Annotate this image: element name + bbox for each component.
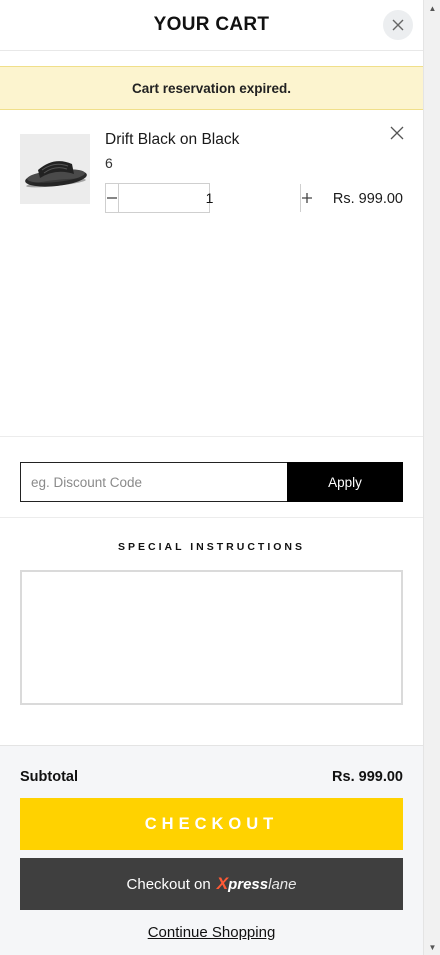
decrease-quantity-button[interactable] xyxy=(106,184,119,212)
continue-shopping-link[interactable]: Continue Shopping xyxy=(0,924,423,941)
scroll-down-arrow-icon[interactable]: ▼ xyxy=(424,939,440,955)
discount-code-input[interactable] xyxy=(20,462,288,502)
scrollbar[interactable]: ▲ ▼ xyxy=(423,0,440,955)
apply-discount-button[interactable]: Apply xyxy=(287,462,403,502)
product-name[interactable]: Drift Black on Black xyxy=(105,131,239,149)
close-cart-button[interactable] xyxy=(383,10,413,40)
xpresslane-logo-x: X xyxy=(216,874,229,893)
cart-footer: Subtotal Rs. 999.00 CHECKOUT Checkout on… xyxy=(0,745,423,955)
line-item-price: Rs. 999.00 xyxy=(332,191,403,207)
subtotal-value: Rs. 999.00 xyxy=(332,769,403,785)
reservation-expired-notice: Cart reservation expired. xyxy=(0,66,423,110)
cart-header: YOUR CART xyxy=(0,0,423,51)
xpresslane-checkout-button[interactable]: Checkout on Xpress lane xyxy=(20,858,403,910)
cart-drawer: YOUR CART Cart reservation expired. Drif… xyxy=(0,0,423,955)
checkout-button[interactable]: CHECKOUT xyxy=(20,798,403,850)
cart-line-item: Drift Black on Black 6 Rs. 999.00 xyxy=(0,110,423,230)
xpresslane-logo-lane: lane xyxy=(268,875,297,893)
xpresslane-logo-press: press xyxy=(228,875,269,893)
increase-quantity-button[interactable] xyxy=(300,184,313,212)
product-image[interactable] xyxy=(20,134,90,204)
quantity-input[interactable] xyxy=(119,184,300,212)
page-title: YOUR CART xyxy=(153,14,270,35)
quantity-stepper xyxy=(105,183,312,213)
slide-sandal-image xyxy=(20,134,90,204)
remove-item-icon xyxy=(390,126,404,140)
close-icon xyxy=(392,19,404,31)
subtotal-label: Subtotal xyxy=(20,769,78,785)
divider xyxy=(0,517,423,518)
special-instructions-label: SPECIAL INSTRUCTIONS xyxy=(118,541,305,553)
plus-icon xyxy=(302,193,312,203)
remove-item-button[interactable] xyxy=(388,124,406,142)
special-instructions-field[interactable] xyxy=(20,570,403,705)
divider xyxy=(0,436,423,437)
notice-text: Cart reservation expired. xyxy=(131,80,292,96)
scroll-up-arrow-icon[interactable]: ▲ xyxy=(424,0,440,16)
xpress-prefix: Checkout on xyxy=(126,875,211,893)
product-variant: 6 xyxy=(105,155,113,171)
minus-icon xyxy=(107,197,117,199)
